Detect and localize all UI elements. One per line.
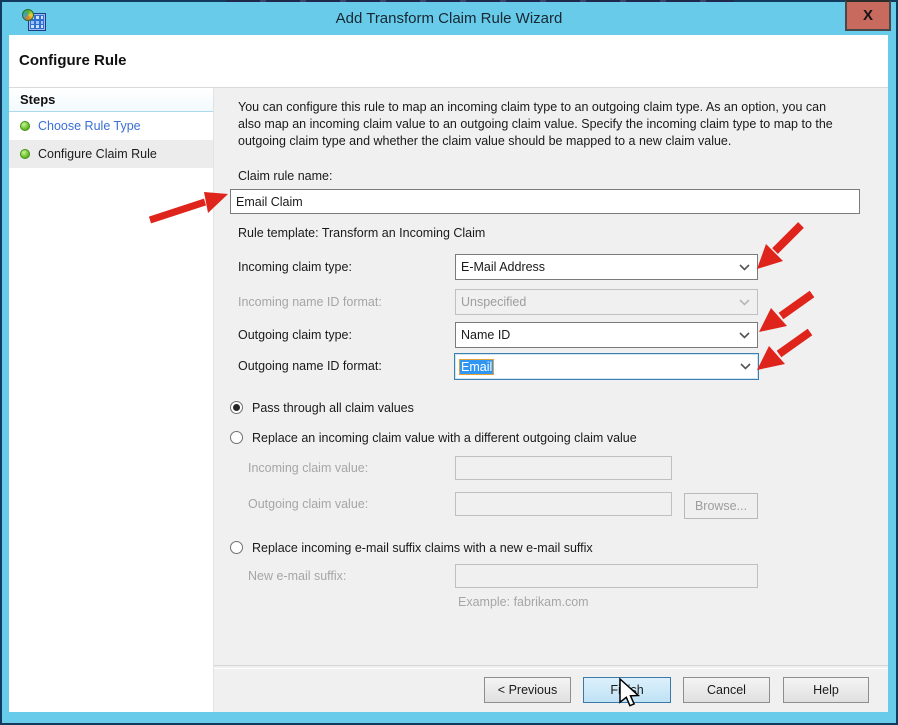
incoming-claim-value-input [455, 456, 672, 480]
window-title: Add Transform Claim Rule Wizard [2, 10, 896, 27]
step-label: Configure Claim Rule [38, 147, 157, 161]
claim-rule-name-label: Claim rule name: [238, 169, 332, 183]
rule-description-text: You can configure this rule to map an in… [238, 99, 852, 150]
sidebar-item-choose-rule-type[interactable]: Choose Rule Type [9, 112, 213, 140]
selected-combo-text: Email [460, 360, 493, 374]
chevron-down-icon[interactable] [737, 354, 753, 379]
outgoing-claim-value-input [455, 492, 672, 516]
cancel-button[interactable]: Cancel [683, 677, 770, 703]
steps-heading: Steps [9, 88, 213, 112]
radio-pass-through[interactable] [230, 401, 243, 414]
incoming-claim-type-label: Incoming claim type: [238, 254, 352, 280]
radio-replace-value[interactable] [230, 431, 243, 444]
incoming-name-id-format-select: Unspecified [455, 289, 758, 315]
footer-divider [214, 665, 888, 669]
step-label: Choose Rule Type [38, 119, 141, 133]
finish-button[interactable]: Finish [583, 677, 671, 703]
steps-sidebar: Steps Choose Rule Type Configure Claim R… [9, 88, 214, 712]
screenshot-stage: Add Transform Claim Rule Wizard X Config… [0, 0, 898, 725]
outgoing-claim-type-select[interactable]: Name ID [455, 322, 758, 348]
titlebar[interactable]: Add Transform Claim Rule Wizard [2, 2, 896, 35]
chevron-down-icon[interactable] [736, 323, 752, 347]
incoming-claim-value-label: Incoming claim value: [248, 456, 368, 480]
radio-replace-suffix[interactable] [230, 541, 243, 554]
sidebar-item-configure-claim-rule[interactable]: Configure Claim Rule [9, 140, 213, 168]
outgoing-claim-value-label: Outgoing claim value: [248, 492, 368, 516]
browse-button: Browse... [684, 493, 758, 519]
radio-replace-value-label: Replace an incoming claim value with a d… [252, 431, 637, 445]
radio-replace-suffix-label: Replace incoming e-mail suffix claims wi… [252, 541, 593, 555]
chevron-down-icon[interactable] [736, 255, 752, 279]
outgoing-name-id-format-select[interactable]: Email [454, 353, 759, 380]
claim-rule-name-input[interactable] [230, 189, 860, 214]
page-header: Configure Rule [9, 35, 888, 88]
step-done-icon [20, 121, 30, 131]
outgoing-claim-type-label: Outgoing claim type: [238, 322, 352, 348]
help-button[interactable]: Help [783, 677, 869, 703]
new-email-suffix-input [455, 564, 758, 588]
suffix-example-text: Example: fabrikam.com [458, 595, 589, 609]
incoming-claim-type-select[interactable]: E-Mail Address [455, 254, 758, 280]
previous-button[interactable]: < Previous [484, 677, 571, 703]
incoming-name-id-format-label: Incoming name ID format: [238, 289, 382, 315]
step-done-icon [20, 149, 30, 159]
close-icon[interactable]: X [845, 0, 891, 31]
radio-pass-through-label: Pass through all claim values [252, 401, 414, 415]
rule-template-text: Rule template: Transform an Incoming Cla… [238, 226, 485, 240]
new-email-suffix-label: New e-mail suffix: [248, 564, 346, 588]
chevron-down-icon [736, 290, 752, 314]
outgoing-name-id-format-label: Outgoing name ID format: [238, 353, 382, 379]
page-title: Configure Rule [19, 52, 127, 69]
